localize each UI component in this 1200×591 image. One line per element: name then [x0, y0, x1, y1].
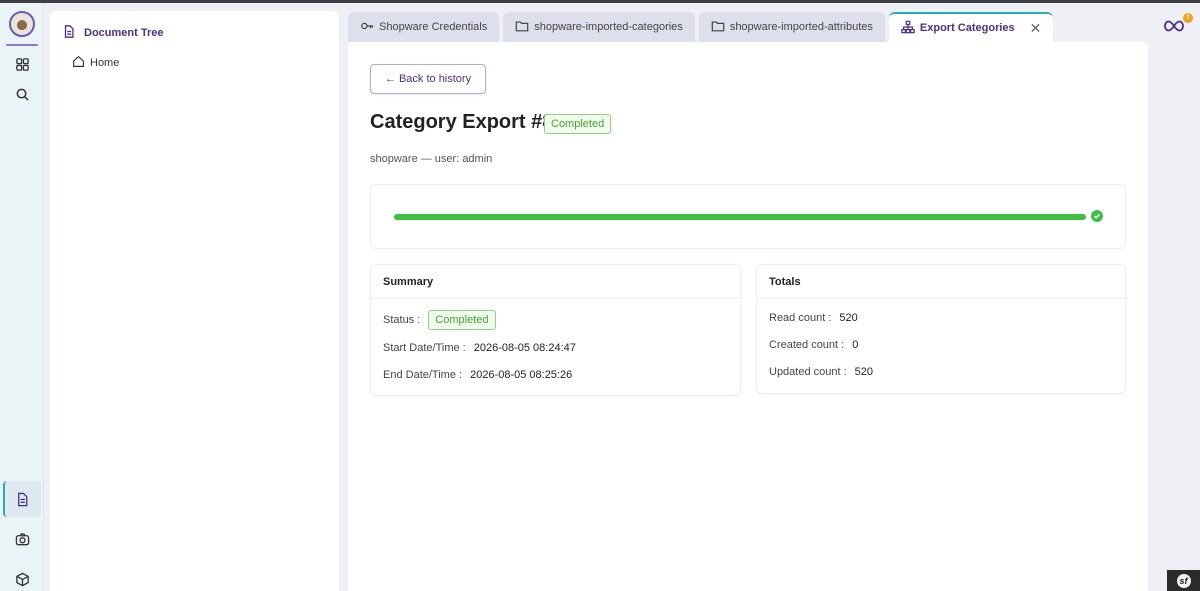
home-icon: [72, 55, 85, 71]
notification-badge[interactable]: !: [1183, 13, 1193, 23]
document-tree-header: Document Tree: [62, 24, 163, 42]
tab-label: Export Categories: [919, 22, 1015, 34]
totals-updated-row: Updated count : 520: [769, 366, 873, 378]
totals-heading: Totals: [757, 265, 1125, 299]
document-tree-icon: [62, 24, 76, 42]
totals-card: Totals Read count : 520 Created count : …: [756, 264, 1126, 394]
status-value-badge: Completed: [428, 310, 496, 330]
document-icon[interactable]: [12, 489, 32, 509]
progress-card: [370, 184, 1126, 249]
debug-toolbar-toggle[interactable]: sf: [1167, 570, 1200, 591]
totals-read-row: Read count : 520: [769, 312, 858, 324]
summary-status-row: Status : Completed: [383, 310, 496, 330]
totals-created-row: Created count : 0: [769, 339, 858, 351]
dashboard-icon[interactable]: [12, 54, 32, 74]
check-circle-icon: [1091, 210, 1103, 222]
back-to-history-button[interactable]: ← Back to history: [370, 64, 486, 94]
camera-icon[interactable]: [12, 529, 32, 549]
symfony-icon: sf: [1176, 573, 1191, 588]
tab-bar: Shopware Credentials shopware-imported-c…: [348, 12, 1054, 42]
document-tree-title: Document Tree: [84, 27, 164, 39]
tab-shopware-imported-categories[interactable]: shopware-imported-categories: [503, 12, 695, 42]
close-tab-icon[interactable]: ✕: [1030, 20, 1042, 37]
logo-divider: [6, 44, 38, 46]
read-value: 520: [839, 312, 858, 324]
tab-label: shopware-imported-categories: [534, 21, 683, 33]
read-label: Read count :: [769, 312, 832, 324]
cube-icon[interactable]: [12, 569, 32, 589]
folder-icon: [515, 19, 529, 36]
app-logo[interactable]: [9, 11, 35, 37]
tab-label: shopware-imported-attributes: [729, 21, 873, 33]
start-value: 2026-08-05 08:24:47: [473, 342, 576, 354]
progress-bar: [394, 214, 1086, 220]
tab-shopware-credentials[interactable]: Shopware Credentials: [348, 12, 500, 42]
start-label: Start Date/Time :: [383, 342, 466, 354]
summary-heading: Summary: [371, 265, 740, 299]
export-detail-panel: ← Back to history Category Export #8 Com…: [348, 42, 1148, 591]
key-icon: [360, 19, 374, 36]
status-label: Status :: [383, 314, 421, 326]
search-icon[interactable]: [12, 84, 32, 104]
created-label: Created count :: [769, 339, 845, 351]
status-badge: Completed: [544, 114, 612, 134]
infinity-icon[interactable]: [1162, 18, 1186, 34]
tab-label: Shopware Credentials: [379, 21, 488, 33]
progress-bar-fill: [394, 214, 1086, 220]
end-label: End Date/Time :: [383, 369, 463, 381]
page-subtitle: shopware — user: admin: [370, 153, 493, 165]
updated-label: Updated count :: [769, 366, 847, 378]
end-value: 2026-08-05 08:25:26: [470, 369, 573, 381]
window-top-border: [0, 0, 1200, 3]
tree-item-home[interactable]: Home: [72, 55, 119, 71]
folder-icon: [711, 19, 725, 36]
summary-end-row: End Date/Time : 2026-08-05 08:25:26: [383, 369, 572, 381]
updated-value: 520: [854, 366, 874, 378]
page-title: Category Export #8: [370, 111, 554, 133]
tree-item-home-label: Home: [90, 57, 120, 69]
tab-shopware-imported-attributes[interactable]: shopware-imported-attributes: [698, 12, 885, 42]
summary-start-row: Start Date/Time : 2026-08-05 08:24:47: [383, 342, 576, 354]
created-value: 0: [852, 339, 859, 351]
summary-card: Summary Status : Completed Start Date/Ti…: [370, 264, 741, 396]
sitemap-icon: [901, 20, 915, 37]
tab-export-categories[interactable]: Export Categories ✕: [888, 12, 1054, 42]
document-tree-panel: Document Tree Home: [50, 11, 339, 591]
icon-rail: [0, 3, 44, 591]
